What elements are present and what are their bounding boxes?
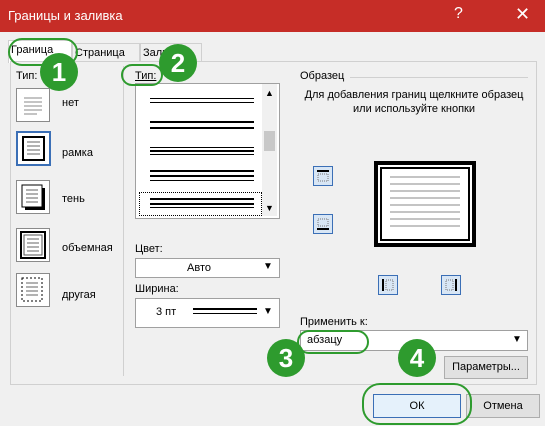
callout-4: 4: [398, 339, 436, 377]
type-shadow-label: тень: [62, 193, 85, 205]
line-style-item: [150, 207, 254, 208]
sample-instruction: Для добавления границ щелкните образец и…: [304, 89, 524, 115]
highlight-oval: [121, 64, 163, 86]
right-border-button[interactable]: [441, 275, 461, 295]
type-custom-label: другая: [62, 289, 96, 301]
line-style-item: [150, 203, 254, 205]
apply-label: Применить к:: [300, 316, 368, 328]
left-border-button[interactable]: [378, 275, 398, 295]
width-select[interactable]: 3 пт ▼: [135, 298, 280, 328]
line-style-item[interactable]: [150, 170, 254, 172]
line-style-item: [150, 102, 254, 103]
scroll-down-icon[interactable]: ▼: [265, 203, 274, 213]
title-bar: Границы и заливка ? ✕: [0, 0, 545, 32]
line-style-item: [150, 180, 254, 181]
highlight-oval: [297, 330, 369, 354]
sample-group-line: [350, 77, 528, 78]
params-button[interactable]: Параметры...: [444, 356, 528, 379]
scroll-up-icon[interactable]: ▲: [265, 88, 274, 98]
line-style-item[interactable]: [150, 121, 254, 123]
window-title: Границы и заливка: [8, 8, 123, 23]
line-style-item[interactable]: [150, 147, 254, 148]
line-style-item: [150, 127, 254, 129]
type-3d-label: объемная: [62, 242, 113, 254]
chevron-down-icon[interactable]: ▼: [263, 261, 273, 272]
width-label: Ширина:: [135, 283, 179, 295]
chevron-down-icon[interactable]: ▼: [263, 306, 273, 317]
width-value: 3 пт: [156, 306, 177, 318]
type-custom-icon[interactable]: [16, 273, 50, 307]
cancel-button[interactable]: Отмена: [466, 394, 540, 418]
tab-page[interactable]: Страница: [72, 43, 140, 62]
type-3d-icon[interactable]: [16, 228, 50, 262]
scrollbar-thumb[interactable]: [264, 131, 275, 151]
callout-1: 1: [40, 53, 78, 91]
color-value: Авто: [187, 262, 211, 274]
top-border-button[interactable]: [313, 166, 333, 186]
line-style-item: [150, 198, 254, 200]
color-select[interactable]: Авто ▼: [135, 258, 280, 278]
help-icon[interactable]: ?: [454, 5, 463, 23]
line-style-item[interactable]: [150, 98, 254, 99]
type-section-label: Тип:: [16, 70, 38, 82]
line-style-item: [150, 175, 254, 177]
callout-3: 3: [267, 339, 305, 377]
type-box-icon[interactable]: [16, 131, 51, 166]
bottom-border-button[interactable]: [313, 214, 333, 234]
separator: [123, 66, 124, 376]
sample-label: Образец: [300, 70, 345, 82]
line-style-item: [150, 154, 254, 155]
type-box-label: рамка: [62, 147, 93, 159]
type-none-label: нет: [62, 97, 79, 109]
color-label: Цвет:: [135, 243, 163, 255]
highlight-oval: [362, 383, 472, 425]
close-icon[interactable]: ✕: [515, 4, 530, 25]
type-none-icon[interactable]: [16, 88, 50, 122]
chevron-down-icon[interactable]: ▼: [512, 334, 522, 345]
width-preview-line: [193, 308, 257, 310]
line-style-item: [150, 150, 254, 152]
type-shadow-icon[interactable]: [16, 180, 50, 214]
callout-2: 2: [159, 44, 197, 82]
width-preview-line: [193, 313, 257, 314]
border-preview[interactable]: [374, 161, 476, 247]
